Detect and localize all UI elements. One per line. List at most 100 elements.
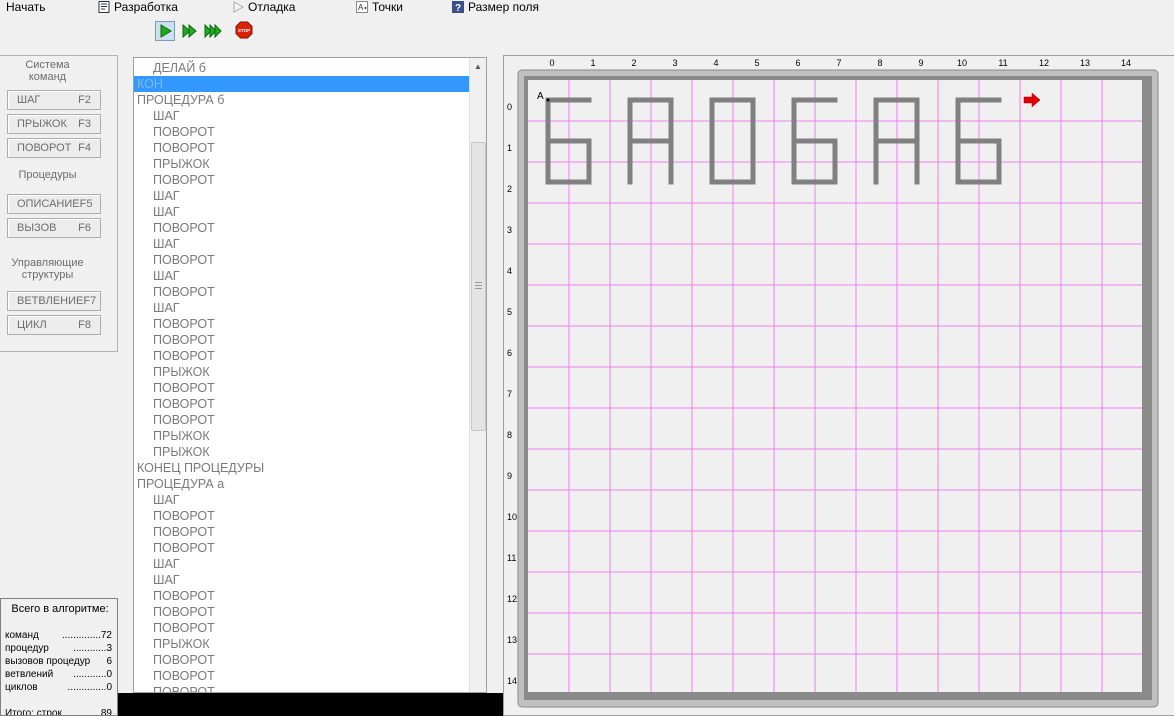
program-line[interactable]: ПРЫЖОК xyxy=(134,444,470,460)
row-label: 5 xyxy=(507,307,512,317)
section-title-procedures: Процедуры xyxy=(18,169,77,181)
step-button-label: ШАГ xyxy=(17,94,41,106)
branch-button-label: ВЕТВЛЕНИЕ xyxy=(17,295,84,307)
stats-row-label: циклов xyxy=(5,682,38,693)
run-button[interactable] xyxy=(155,21,175,41)
program-line[interactable]: ШАГ xyxy=(134,300,470,316)
section-title-system: Система команд xyxy=(0,59,95,83)
branch-button[interactable]: ВЕТВЛЕНИЕ F7 xyxy=(7,291,101,311)
column-label: 6 xyxy=(795,58,800,68)
program-line[interactable]: ПОВОРОТ xyxy=(134,284,470,300)
menu-points[interactable]: A Точки xyxy=(356,0,403,15)
describe-button-label: ОПИСАНИЕ xyxy=(17,198,80,210)
row-label: 9 xyxy=(507,471,512,481)
program-line[interactable]: ПОВОРОТ xyxy=(134,588,470,604)
program-line[interactable]: ПОВОРОТ xyxy=(134,668,470,684)
stats-row-value: 0 xyxy=(106,682,112,693)
program-line[interactable]: КОН xyxy=(134,76,470,92)
loop-button[interactable]: ЦИКЛ F8 xyxy=(7,315,101,335)
program-line[interactable]: ПОВОРОТ xyxy=(134,172,470,188)
program-line[interactable]: ШАГ xyxy=(134,492,470,508)
row-label: 4 xyxy=(507,266,512,276)
row-label: 3 xyxy=(507,225,512,235)
stats-row-dots xyxy=(90,656,106,668)
loop-button-label: ЦИКЛ xyxy=(17,319,47,331)
program-line[interactable]: ПОВОРОТ xyxy=(134,524,470,540)
program-line[interactable]: ПРЫЖОК xyxy=(134,428,470,444)
program-line[interactable]: ПОВОРОТ xyxy=(134,396,470,412)
program-line[interactable]: ПОВОРОТ xyxy=(134,652,470,668)
turn-button[interactable]: ПОВОРОТ F4 xyxy=(7,138,101,158)
step-button[interactable]: ШАГ F2 xyxy=(7,90,101,110)
points-icon: A xyxy=(356,1,368,13)
program-line[interactable]: ПОВОРОТ xyxy=(134,604,470,620)
step-forward-button[interactable] xyxy=(180,21,200,41)
row-label: 10 xyxy=(507,512,517,522)
program-line[interactable]: ПОВОРОТ xyxy=(134,140,470,156)
executor-field-panel: 0 1 2 3 4 5 6 7 8 9 10 11 12 13 14 0 1 2 3 4 5 6 7 8 9 10 11 12 13 14… xyxy=(503,55,1174,716)
program-line[interactable]: ПРОЦЕДУРА б xyxy=(134,92,470,108)
program-line[interactable]: ПОВОРОТ xyxy=(134,124,470,140)
program-line[interactable]: ПРЫЖОК xyxy=(134,364,470,380)
program-line[interactable]: ПОВОРОТ xyxy=(134,684,470,692)
program-scrollbar[interactable]: ▲ xyxy=(469,58,486,692)
program-line[interactable]: ШАГ xyxy=(134,268,470,284)
svg-text:?: ? xyxy=(455,3,461,13)
program-line[interactable]: ПРОЦЕДУРА а xyxy=(134,476,470,492)
run-icon xyxy=(160,24,172,38)
program-line[interactable]: ПОВОРОТ xyxy=(134,412,470,428)
program-line[interactable]: ШАГ xyxy=(134,236,470,252)
program-line[interactable]: ПРЫЖОК xyxy=(134,636,470,652)
program-line[interactable]: ПОВОРОТ xyxy=(134,348,470,364)
section-title-control-line1: Управляющие xyxy=(11,257,84,269)
column-label: 8 xyxy=(877,58,882,68)
program-line[interactable]: КОНЕЦ ПРОЦЕДУРЫ xyxy=(134,460,470,476)
menu-develop[interactable]: Разработка xyxy=(98,0,178,15)
stats-row: циклов.............. 0 xyxy=(5,682,112,694)
program-line[interactable]: ПОВОРОТ xyxy=(134,332,470,348)
menu-points-label: Точки xyxy=(372,0,404,14)
program-line[interactable]: ПОВОРОТ xyxy=(134,220,470,236)
program-line[interactable]: ПОВОРОТ xyxy=(134,508,470,524)
describe-button[interactable]: ОПИСАНИЕ F5 xyxy=(7,194,101,214)
jump-button[interactable]: ПРЫЖОК F3 xyxy=(7,114,101,134)
program-line[interactable]: ШАГ xyxy=(134,556,470,572)
scrollbar-thumb[interactable] xyxy=(471,142,486,431)
scroll-grip-icon xyxy=(475,282,482,291)
menu-debug[interactable]: Отладка xyxy=(232,0,295,15)
stop-button[interactable]: STOP xyxy=(235,21,255,41)
scroll-up-icon[interactable]: ▲ xyxy=(470,58,486,75)
program-line[interactable]: ШАГ xyxy=(134,188,470,204)
call-button[interactable]: ВЫЗОВ F6 xyxy=(7,218,101,238)
program-listing[interactable]: ДЕЛАЙ б КОН ПРОЦЕДУРА б ШАГ ПОВОРОТ ПОВОРОТ ПР… xyxy=(133,57,487,693)
stats-title: Всего в алгоритме: xyxy=(11,603,109,615)
program-line[interactable]: ПОВОРОТ xyxy=(134,252,470,268)
menu-start[interactable]: Начать xyxy=(6,0,46,15)
program-line[interactable]: ПОВОРОТ xyxy=(134,620,470,636)
stats-row-value: 89 xyxy=(100,708,112,716)
column-label: 9 xyxy=(918,58,923,68)
stats-row-label: команд xyxy=(5,630,39,641)
program-line[interactable]: ШАГ xyxy=(134,204,470,220)
program-line[interactable]: ПОВОРОТ xyxy=(134,316,470,332)
stats-row-dots: .............. xyxy=(61,630,101,641)
menu-start-label: Начать xyxy=(6,0,46,14)
stats-row-value: 72 xyxy=(100,630,112,641)
play-outline-icon xyxy=(233,1,244,13)
column-label: 13 xyxy=(1080,58,1090,68)
program-line[interactable]: ПРЫЖОК xyxy=(134,156,470,172)
stats-row: команд.............. 72 xyxy=(5,630,112,642)
program-line[interactable]: ПОВОРОТ xyxy=(134,540,470,556)
jump-button-label: ПРЫЖОК xyxy=(17,118,67,130)
program-line[interactable]: ШАГ xyxy=(134,572,470,588)
program-line[interactable]: ШАГ xyxy=(134,108,470,124)
loop-button-key: F8 xyxy=(78,319,91,331)
program-line[interactable]: ПОВОРОТ xyxy=(134,380,470,396)
program-line[interactable]: ДЕЛАЙ б xyxy=(134,60,470,76)
row-label: 11 xyxy=(507,553,516,563)
menu-field-size[interactable]: ? Размер поля xyxy=(452,0,539,15)
branch-button-key: F7 xyxy=(83,295,97,307)
document-icon xyxy=(98,1,110,13)
row-label: 1 xyxy=(507,143,512,153)
fast-forward-button[interactable] xyxy=(204,21,224,41)
